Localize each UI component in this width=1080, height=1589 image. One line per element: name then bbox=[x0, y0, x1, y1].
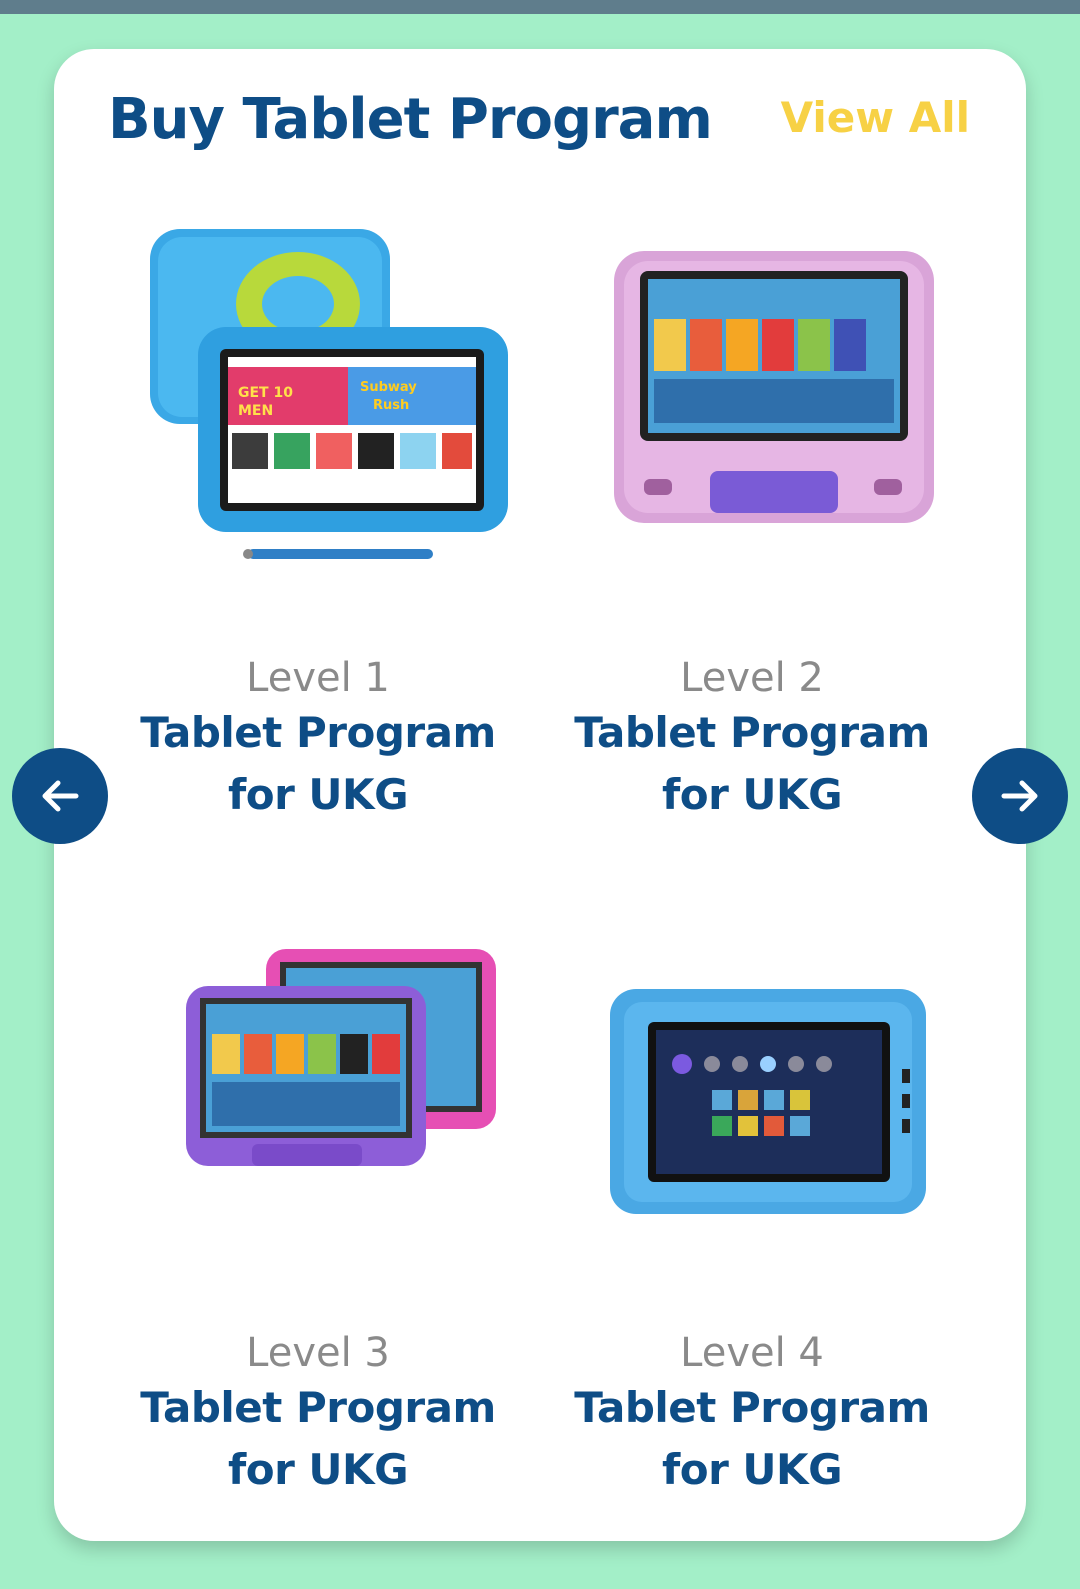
product-level: Level 4 bbox=[680, 1330, 824, 1376]
product-card-level-4[interactable]: Level 4 Tablet Program for UKG bbox=[542, 894, 962, 1514]
product-name-line2: for UKG bbox=[227, 1445, 409, 1494]
svg-text:Rush: Rush bbox=[373, 398, 409, 413]
product-image bbox=[562, 219, 942, 579]
arrow-right-icon bbox=[1001, 780, 1038, 812]
tablet-program-card: Buy Tablet Program View All GET 10 MEN S… bbox=[54, 49, 1026, 1541]
view-all-link[interactable]: View All bbox=[781, 93, 970, 142]
product-level: Level 3 bbox=[246, 1330, 390, 1376]
svg-text:Subway: Subway bbox=[360, 380, 417, 395]
svg-text:MEN: MEN bbox=[238, 403, 273, 419]
product-card-level-2[interactable]: Level 2 Tablet Program for UKG bbox=[542, 219, 962, 839]
product-name-line1: Tablet Program bbox=[574, 708, 930, 757]
carousel-next-button[interactable] bbox=[972, 748, 1068, 844]
svg-text:GET 10: GET 10 bbox=[238, 385, 293, 401]
carousel-prev-button[interactable] bbox=[12, 748, 108, 844]
product-image bbox=[562, 894, 942, 1254]
product-image: GET 10 MEN Subway Rush bbox=[128, 219, 508, 579]
product-name-line1: Tablet Program bbox=[140, 1383, 496, 1432]
product-image bbox=[128, 894, 508, 1254]
product-name-line1: Tablet Program bbox=[574, 1383, 930, 1432]
product-name-line1: Tablet Program bbox=[140, 708, 496, 757]
product-card-level-3[interactable]: Level 3 Tablet Program for UKG bbox=[108, 894, 528, 1514]
product-card-level-1[interactable]: GET 10 MEN Subway Rush Level 1 Tablet Pr… bbox=[108, 219, 528, 839]
product-name-line2: for UKG bbox=[661, 1445, 843, 1494]
product-name-line2: for UKG bbox=[227, 770, 409, 819]
status-bar bbox=[0, 0, 1080, 14]
product-level: Level 1 bbox=[246, 655, 390, 701]
arrow-left-icon bbox=[42, 780, 79, 812]
product-level: Level 2 bbox=[680, 655, 824, 701]
section-title: Buy Tablet Program bbox=[108, 87, 713, 152]
product-name-line2: for UKG bbox=[661, 770, 843, 819]
